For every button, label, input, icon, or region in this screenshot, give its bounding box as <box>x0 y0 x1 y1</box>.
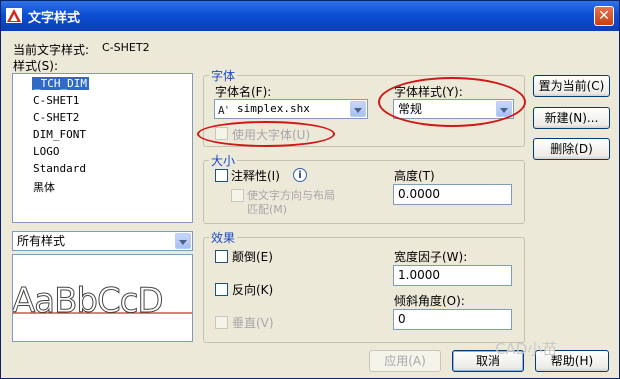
dialog-title: 文字样式 <box>28 11 81 26</box>
annotation-ellipse-font-style <box>378 77 526 127</box>
shx-font-icon: A ᵏ <box>218 104 229 116</box>
annotative-checkbox[interactable] <box>215 169 228 182</box>
font-group-title: 字体 <box>209 67 238 84</box>
delete-style-button[interactable]: 删除(D) <box>533 138 610 160</box>
match-orientation-checkbox[interactable] <box>231 189 244 202</box>
styles-label: 样式(S): <box>13 59 59 73</box>
style-item-heiti[interactable]: 黑体 <box>33 179 55 195</box>
info-icon[interactable]: i <box>293 168 307 182</box>
oblique-angle-input[interactable]: 0 <box>393 309 512 330</box>
vertical-checkbox[interactable] <box>215 316 228 329</box>
apply-button[interactable]: 应用(A) <box>369 350 441 372</box>
svg-text:ᵏ: ᵏ <box>225 105 229 113</box>
annotation-ellipse-bigfont <box>197 121 335 147</box>
style-filter-value: 所有样式 <box>17 234 66 248</box>
backwards-label: 反向(K) <box>232 283 274 297</box>
styles-list[interactable]: _TCH_DIM C-SHET1 C-SHET2 DIM_FONT LOGO S… <box>12 73 193 223</box>
style-item-standard[interactable]: Standard <box>33 162 86 175</box>
vertical-label: 垂直(V) <box>232 316 274 330</box>
current-style-label: 当前文字样式: <box>13 43 90 57</box>
close-button[interactable]: ✕ <box>594 6 614 26</box>
svg-text:A: A <box>218 104 225 116</box>
width-factor-label: 宽度因子(W): <box>394 250 468 264</box>
style-item-dim-font[interactable]: DIM_FONT <box>33 128 86 141</box>
style-item-logo[interactable]: LOGO <box>33 145 60 158</box>
backwards-checkbox[interactable] <box>215 283 228 296</box>
style-item-tch-dim[interactable]: _TCH_DIM <box>32 77 89 90</box>
watermark-text: CAD小苗 <box>495 340 558 358</box>
effects-group-title: 效果 <box>209 229 238 246</box>
preview-canvas: AaBbCcD <box>13 281 192 322</box>
upside-down-checkbox[interactable] <box>215 250 228 263</box>
set-current-button[interactable]: 置为当前(C) <box>533 75 610 97</box>
height-input[interactable]: 0.0000 <box>393 184 512 205</box>
width-factor-input[interactable]: 1.0000 <box>393 265 512 286</box>
style-item-c-shet1[interactable]: C-SHET1 <box>33 94 79 107</box>
style-item-c-shet2[interactable]: C-SHET2 <box>33 111 79 124</box>
new-style-button[interactable]: 新建(N)... <box>533 107 610 129</box>
title-bar[interactable]: 文字样式 ✕ <box>1 1 619 31</box>
upside-down-label: 颠倒(E) <box>232 250 273 264</box>
style-preview: AaBbCcD <box>12 254 193 342</box>
height-label: 高度(T) <box>394 169 435 183</box>
current-style-value: C-SHET2 <box>102 41 150 54</box>
style-filter-combo[interactable]: 所有样式 <box>12 231 193 251</box>
annotative-label: 注释性(I) <box>231 169 280 183</box>
close-icon: ✕ <box>598 8 610 24</box>
font-name-value: simplex.shx <box>237 102 310 115</box>
autocad-app-icon <box>6 8 22 23</box>
font-name-label: 字体名(F): <box>215 85 272 99</box>
font-name-combo[interactable]: A ᵏ simplex.shx <box>214 99 368 119</box>
preview-text: AaBbCcD <box>13 281 163 321</box>
text-style-dialog: 文字样式 ✕ 当前文字样式: C-SHET2 样式(S): _TCH_DIM C… <box>0 0 620 379</box>
match-orientation-label-line2: 匹配(M) <box>247 203 288 216</box>
chevron-down-icon[interactable] <box>175 233 191 249</box>
chevron-down-icon[interactable] <box>350 101 366 117</box>
oblique-angle-label: 倾斜角度(O): <box>394 294 465 308</box>
